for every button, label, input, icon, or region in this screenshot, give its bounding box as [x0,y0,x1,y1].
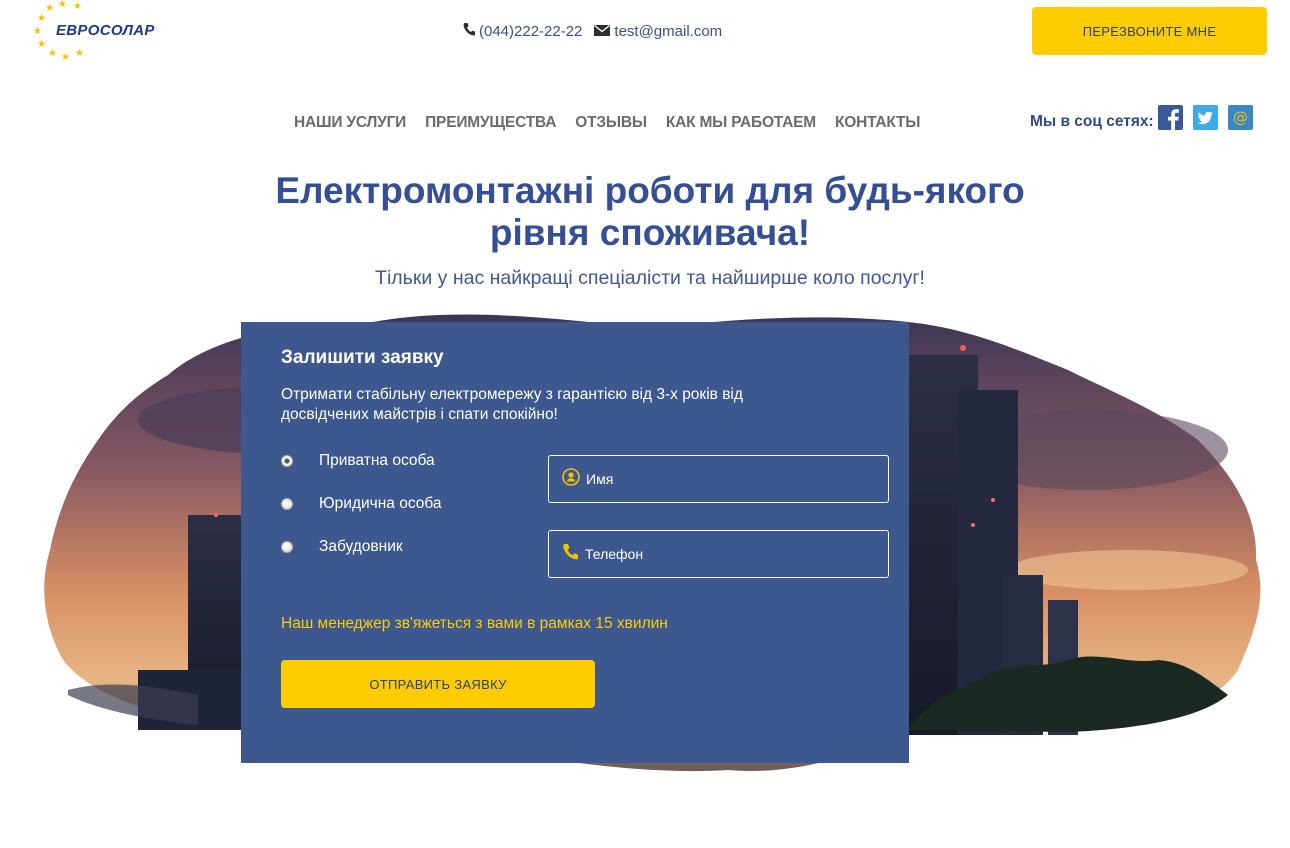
radio-button[interactable] [281,498,293,510]
hero-title-line-1: Електромонтажні роботи для будь-якого [275,170,1025,211]
svg-text:@: @ [1233,108,1248,126]
radio-label: Забудовник [319,538,403,555]
phone-link[interactable]: (044)222-22-22 [479,23,582,40]
radio-label: Юридична особа [319,495,442,512]
envelope-icon [594,23,611,40]
social-links: Мы в соц сетях: @ [1030,103,1253,131]
radio-button-checked[interactable] [281,455,293,467]
form-description: Отримати стабільну електромережу з гаран… [281,386,743,423]
main-nav: НАШИ УСЛУГИ ПРЕИМУЩЕСТВА ОТЗЫВЫ КАК МЫ Р… [294,114,939,132]
logo-text: ЕВРОСОЛАР [56,22,155,39]
radio-label: Приватна особа [319,452,435,469]
hero-title-line-2: рівня споживача! [489,212,811,253]
nav-item-contacts[interactable]: КОНТАКТЫ [835,114,920,132]
phone-icon [562,543,579,565]
phone-input[interactable] [585,546,865,562]
header-contacts: (044)222-22-22 test@gmail.com [463,22,722,40]
logo[interactable]: ★ ★ ★ ★ ★ ★ ★ ★ ★ ЕВРОСОЛАР [30,0,180,64]
radio-legal-entity[interactable]: Юридична особа [281,495,442,513]
form-title: Залишити заявку [281,347,444,368]
manager-note: Наш менеджер зв'яжеться з вами в рамках … [281,615,668,632]
nav-item-advantages[interactable]: ПРЕИМУЩЕСТВА [425,114,556,132]
twitter-icon[interactable] [1192,104,1218,130]
hero-subtitle: Тільки у нас найкращі спеціалісти та най… [375,267,925,289]
social-label: Мы в соц сетях: [1030,113,1154,130]
user-icon [562,467,580,491]
hero-title: Електромонтажні роботи для будь-якого рі… [0,170,1290,254]
phone-field[interactable] [548,530,889,578]
nav-item-services[interactable]: НАШИ УСЛУГИ [294,114,406,132]
name-input[interactable] [586,471,866,487]
nav-item-how-we-work[interactable]: КАК МЫ РАБОТАЕМ [666,114,816,132]
callback-button[interactable]: ПЕРЕЗВОНИТЕ МНЕ [1032,7,1267,55]
submit-request-button[interactable]: ОТПРАВИТЬ ЗАЯВКУ [281,660,595,708]
radio-private-person[interactable]: Приватна особа [281,452,435,470]
radio-button[interactable] [281,541,293,553]
name-field[interactable] [548,455,889,503]
nav-item-reviews[interactable]: ОТЗЫВЫ [575,114,647,132]
facebook-icon[interactable] [1157,104,1183,130]
radio-developer[interactable]: Забудовник [281,538,403,556]
request-form-panel: Залишити заявку Отримати стабільну елект… [241,322,909,763]
email-at-icon[interactable]: @ [1227,104,1253,130]
email-link[interactable]: test@gmail.com [614,23,722,40]
phone-icon [463,22,475,40]
